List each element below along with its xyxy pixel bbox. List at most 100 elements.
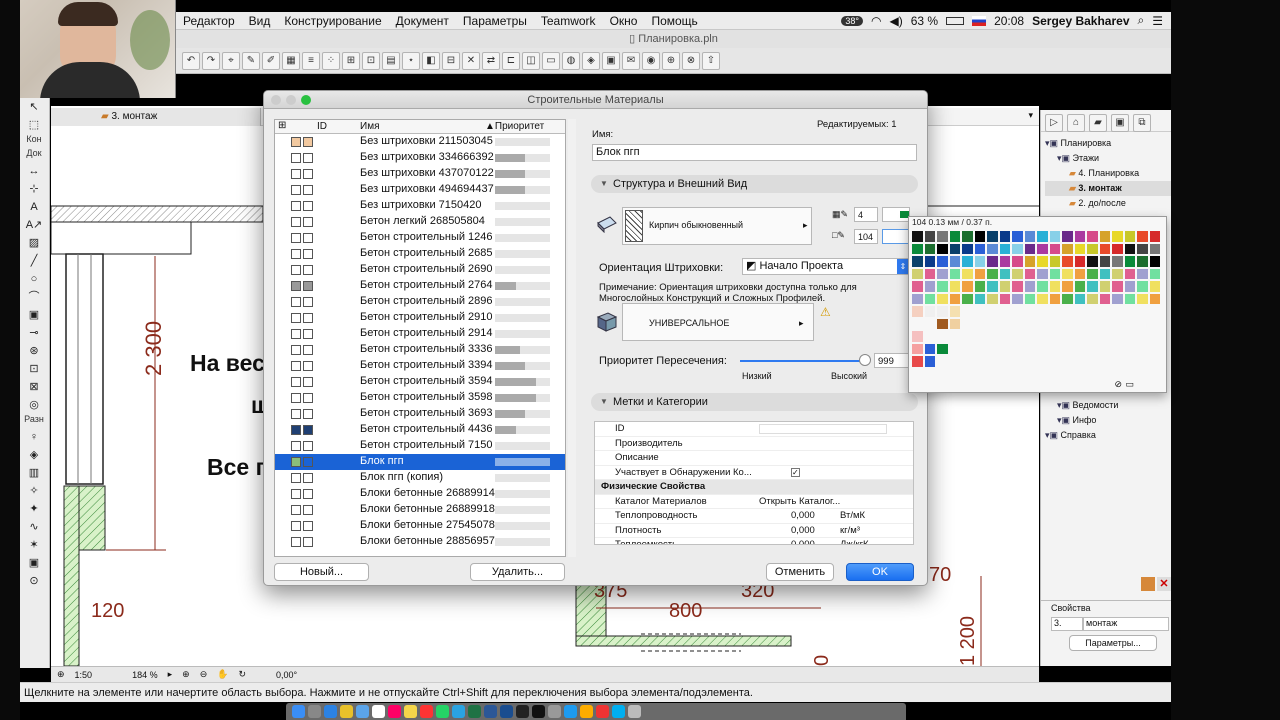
palette-swatch[interactable] bbox=[948, 255, 961, 268]
palette-swatch[interactable] bbox=[973, 280, 986, 293]
palette-swatch[interactable] bbox=[998, 255, 1011, 268]
palette-swatch[interactable] bbox=[961, 342, 974, 355]
palette-swatch[interactable] bbox=[1136, 367, 1149, 380]
palette-swatch[interactable] bbox=[1073, 367, 1086, 380]
dock-excel-icon[interactable] bbox=[468, 705, 481, 718]
palette-swatch[interactable] bbox=[1011, 367, 1024, 380]
palette-swatch[interactable] bbox=[1123, 230, 1136, 243]
palette-swatch[interactable] bbox=[1123, 355, 1136, 368]
dots-icon[interactable]: ⁘ bbox=[322, 51, 340, 70]
palette-swatch[interactable] bbox=[1061, 342, 1074, 355]
dock-finder-icon[interactable] bbox=[292, 705, 305, 718]
material-row[interactable]: Бетон строительный 2764 bbox=[275, 278, 565, 294]
palette-swatch[interactable] bbox=[1073, 267, 1086, 280]
close-dot-icon[interactable] bbox=[271, 95, 281, 105]
palette-swatch[interactable] bbox=[1036, 330, 1049, 343]
palette-swatch[interactable] bbox=[1136, 305, 1149, 318]
menu-options[interactable]: Параметры bbox=[456, 14, 534, 28]
palette-swatch[interactable] bbox=[1036, 255, 1049, 268]
dock-steam-icon[interactable] bbox=[516, 705, 529, 718]
palette-swatch[interactable] bbox=[1061, 255, 1074, 268]
palette-swatch[interactable] bbox=[1136, 267, 1149, 280]
palette-swatch[interactable] bbox=[948, 367, 961, 380]
palette-swatch[interactable] bbox=[911, 355, 924, 368]
palette-swatch[interactable] bbox=[1011, 342, 1024, 355]
menu-teamwork[interactable]: Teamwork bbox=[534, 14, 603, 28]
palette-swatch[interactable] bbox=[1111, 317, 1124, 330]
navigator-item[interactable]: ▾▣ Справка bbox=[1045, 428, 1118, 443]
nav-layout-icon[interactable]: ▣ bbox=[1111, 114, 1129, 132]
tab-dropdown-icon[interactable]: ▾ bbox=[1028, 110, 1033, 121]
list-header-icon[interactable]: ⊞ bbox=[278, 120, 286, 131]
zoom-in-icon[interactable]: ⊕ bbox=[182, 669, 190, 680]
palette-swatch[interactable] bbox=[1123, 330, 1136, 343]
palette-swatch[interactable] bbox=[936, 280, 949, 293]
palette-swatch[interactable] bbox=[1023, 317, 1036, 330]
palette-swatch[interactable] bbox=[936, 305, 949, 318]
menu-view[interactable]: Вид bbox=[242, 14, 278, 28]
palette-swatch[interactable] bbox=[911, 280, 924, 293]
palette-swatch[interactable] bbox=[1123, 305, 1136, 318]
palette-swatch[interactable] bbox=[1086, 342, 1099, 355]
palette-swatch[interactable] bbox=[936, 267, 949, 280]
palette-swatch[interactable] bbox=[1136, 317, 1149, 330]
palette-swatch[interactable] bbox=[923, 230, 936, 243]
palette-swatch[interactable] bbox=[1023, 305, 1036, 318]
palette-swatch[interactable] bbox=[986, 330, 999, 343]
palette-swatch[interactable] bbox=[1098, 367, 1111, 380]
palette-swatch[interactable] bbox=[998, 267, 1011, 280]
palette-swatch[interactable] bbox=[986, 317, 999, 330]
property-row[interactable]: Плотность 0,000 кг/м³ bbox=[595, 524, 913, 538]
interior-tool-icon[interactable]: ⊡ bbox=[20, 360, 48, 378]
palette-swatch[interactable] bbox=[1136, 255, 1149, 268]
palette-swatch[interactable] bbox=[1073, 255, 1086, 268]
rotate-icon[interactable]: ↻ bbox=[238, 669, 246, 680]
palette-swatch[interactable] bbox=[1148, 255, 1161, 268]
palette-swatch[interactable] bbox=[986, 242, 999, 255]
fill-tool-icon[interactable]: ▨ bbox=[20, 234, 48, 252]
palette-swatch[interactable] bbox=[1098, 330, 1111, 343]
priority-field[interactable]: 999 bbox=[874, 353, 910, 368]
property-value[interactable]: ✓ bbox=[791, 467, 800, 477]
palette-swatch[interactable] bbox=[998, 342, 1011, 355]
reserve-icon[interactable]: ⊕ bbox=[662, 51, 680, 70]
material-row[interactable]: Блоки бетонные 28856957 bbox=[275, 534, 565, 550]
col-priority[interactable]: ▲Приоритет bbox=[485, 121, 544, 132]
palette-swatch[interactable] bbox=[986, 305, 999, 318]
palette-swatch[interactable] bbox=[961, 267, 974, 280]
dock-archicad-icon[interactable] bbox=[500, 705, 513, 718]
palette-swatch[interactable] bbox=[998, 305, 1011, 318]
palette-swatch[interactable] bbox=[973, 330, 986, 343]
clock[interactable]: 20:08 bbox=[994, 14, 1024, 28]
worksheet-tool-icon[interactable]: ⊠ bbox=[20, 378, 48, 396]
light-tool-icon[interactable]: ✧ bbox=[20, 482, 48, 500]
palette-swatch[interactable] bbox=[1086, 367, 1099, 380]
palette-swatch[interactable] bbox=[961, 292, 974, 305]
palette-swatch[interactable] bbox=[986, 355, 999, 368]
palette-swatch[interactable] bbox=[973, 367, 986, 380]
dock-safari-icon[interactable] bbox=[324, 705, 337, 718]
property-row[interactable]: Производитель bbox=[595, 437, 913, 451]
palette-swatch[interactable] bbox=[1123, 242, 1136, 255]
palette-swatch[interactable] bbox=[1136, 242, 1149, 255]
pen2-color[interactable] bbox=[882, 229, 910, 244]
palette-swatch[interactable] bbox=[1011, 292, 1024, 305]
scale-value[interactable]: 1:50 bbox=[75, 670, 93, 680]
palette-swatch[interactable] bbox=[1123, 342, 1136, 355]
material-row[interactable]: Бетон легкий 268505804 bbox=[275, 214, 565, 230]
palette-swatch[interactable] bbox=[1111, 230, 1124, 243]
palette-swatch[interactable] bbox=[936, 255, 949, 268]
nav-publisher-icon[interactable]: ⧉ bbox=[1133, 114, 1151, 132]
palette-swatch[interactable] bbox=[1036, 267, 1049, 280]
palette-swatch[interactable] bbox=[998, 230, 1011, 243]
material-row[interactable]: Блоки бетонные 26889918 bbox=[275, 502, 565, 518]
section-icon[interactable]: ⊏ bbox=[502, 51, 520, 70]
view-icon[interactable]: ▭ bbox=[542, 51, 560, 70]
palette-swatch[interactable] bbox=[1061, 317, 1074, 330]
palette-swatch[interactable] bbox=[1036, 292, 1049, 305]
palette-swatch[interactable] bbox=[923, 242, 936, 255]
palette-swatch[interactable] bbox=[1048, 280, 1061, 293]
palette-swatch[interactable] bbox=[936, 242, 949, 255]
navigator-item[interactable]: ▰ 4. Планировка bbox=[1045, 166, 1171, 181]
props-close-icon[interactable]: ✕ bbox=[1157, 577, 1171, 591]
